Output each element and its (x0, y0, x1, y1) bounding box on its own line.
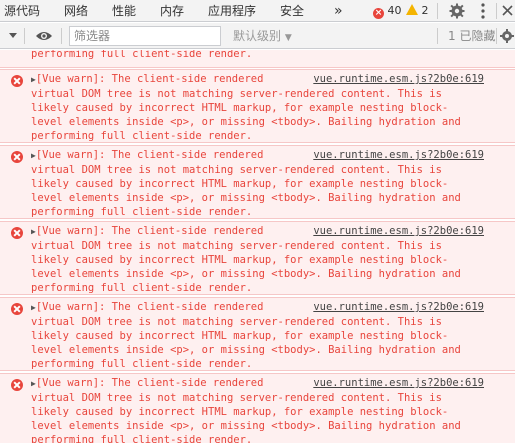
console-message[interactable]: vue.runtime.esm.js?2b0e:619 ▶[Vue warn]: … (0, 373, 515, 443)
message-line-text: virtual DOM tree is not matching server-… (31, 392, 442, 404)
live-expression-eye-icon[interactable] (35, 26, 53, 46)
source-link[interactable]: vue.runtime.esm.js?2b0e:619 (313, 72, 484, 86)
divider (496, 28, 497, 44)
tab-network[interactable]: 网络 (64, 0, 88, 22)
source-link[interactable]: vue.runtime.esm.js?2b0e:619 (313, 224, 484, 238)
message-line: likely caused by incorrect HTML markup, … (31, 177, 511, 191)
message-line-text: level elements inside <p>, or missing <t… (31, 116, 461, 128)
error-icon (11, 379, 23, 391)
message-line-text: likely caused by incorrect HTML markup, … (31, 178, 449, 190)
more-tabs-button[interactable]: » (334, 0, 343, 22)
error-icon (11, 151, 23, 163)
message-line-text: [Vue warn]: The client-side rendered (35, 225, 264, 237)
message-line-text: [Vue warn]: The client-side rendered (35, 301, 264, 313)
console-message[interactable]: vue.runtime.esm.js?2b0e:619 ▶[Vue warn]: … (0, 297, 515, 371)
tab-performance[interactable]: 性能 (112, 0, 136, 22)
message-line-text: likely caused by incorrect HTML markup, … (31, 102, 449, 114)
message-line: performing full client-side render. (31, 129, 511, 143)
message-line-text: virtual DOM tree is not matching server-… (31, 164, 442, 176)
console-message[interactable]: vue.runtime.esm.js?2b0e:619 ▶[Vue warn]: … (0, 221, 515, 295)
message-line: level elements inside <p>, or missing <t… (31, 115, 511, 129)
message-line: performing full client-side render. (31, 357, 511, 371)
message-line: performing full client-side render. (31, 205, 511, 219)
error-icon: × (373, 8, 384, 19)
message-line: virtual DOM tree is not matching server-… (31, 87, 511, 101)
message-line: likely caused by incorrect HTML markup, … (31, 253, 511, 267)
message-line: likely caused by incorrect HTML markup, … (31, 101, 511, 115)
message-line: level elements inside <p>, or missing <t… (31, 267, 511, 281)
source-link[interactable]: vue.runtime.esm.js?2b0e:619 (313, 376, 484, 390)
error-icon (11, 303, 23, 315)
tab-security[interactable]: 安全 (280, 0, 304, 22)
message-line: likely caused by incorrect HTML markup, … (31, 329, 511, 343)
divider (437, 3, 438, 19)
message-line-text: [Vue warn]: The client-side rendered (35, 377, 264, 389)
close-devtools-icon[interactable] (501, 0, 513, 22)
context-dropdown-icon[interactable] (7, 26, 19, 46)
tab-memory[interactable]: 内存 (160, 0, 184, 22)
message-line-text: virtual DOM tree is not matching server-… (31, 88, 442, 100)
message-line-text: likely caused by incorrect HTML markup, … (31, 330, 449, 342)
message-line-text: level elements inside <p>, or missing <t… (31, 268, 461, 280)
console-message[interactable]: performing full client-side render. (0, 50, 515, 68)
message-line-text: level elements inside <p>, or missing <t… (31, 192, 461, 204)
message-line-text: virtual DOM tree is not matching server-… (31, 316, 442, 328)
message-line-text: performing full client-side render. (31, 206, 253, 218)
console-messages: performing full client-side render. vue.… (0, 50, 515, 443)
message-line: level elements inside <p>, or missing <t… (31, 419, 511, 433)
devtools-tab-bar: 源代码 网络 性能 内存 应用程序 安全 » × 40 2 (0, 0, 515, 22)
message-line: likely caused by incorrect HTML markup, … (31, 405, 511, 419)
message-line: virtual DOM tree is not matching server-… (31, 239, 511, 253)
message-line-text: virtual DOM tree is not matching server-… (31, 240, 442, 252)
error-icon (11, 227, 23, 239)
source-link[interactable]: vue.runtime.esm.js?2b0e:619 (313, 148, 484, 162)
divider (24, 28, 25, 44)
message-line-text: performing full client-side render. (31, 358, 253, 370)
error-count: 40 (387, 4, 402, 17)
message-line-text: level elements inside <p>, or missing <t… (31, 344, 461, 356)
message-line: virtual DOM tree is not matching server-… (31, 391, 511, 405)
console-settings-gear-icon[interactable] (499, 26, 515, 46)
message-line-text: performing full client-side render. (31, 434, 253, 443)
divider (496, 3, 497, 19)
message-line: virtual DOM tree is not matching server-… (31, 163, 511, 177)
divider (61, 28, 62, 44)
warning-counter[interactable]: 2 (406, 3, 429, 19)
message-line-text: performing full client-side render. (31, 130, 253, 142)
console-message[interactable]: vue.runtime.esm.js?2b0e:619 ▶[Vue warn]: … (0, 145, 515, 219)
more-options-icon[interactable] (478, 0, 488, 22)
console-message[interactable]: vue.runtime.esm.js?2b0e:619 ▶[Vue warn]: … (0, 69, 515, 143)
filter-input[interactable]: 筛选器 (69, 26, 221, 46)
message-line-text: level elements inside <p>, or missing <t… (31, 420, 461, 432)
message-line-text: likely caused by incorrect HTML markup, … (31, 254, 449, 266)
message-line-text: likely caused by incorrect HTML markup, … (31, 406, 449, 418)
message-line: virtual DOM tree is not matching server-… (31, 315, 511, 329)
source-link[interactable]: vue.runtime.esm.js?2b0e:619 (313, 300, 484, 314)
message-text: performing full client-side render. (31, 50, 253, 60)
tab-application[interactable]: 应用程序 (208, 0, 256, 22)
message-line-text: [Vue warn]: The client-side rendered (35, 73, 264, 85)
log-level-label: 默认级别 (233, 29, 282, 43)
chevron-down-icon: ▼ (284, 33, 292, 43)
divider (437, 28, 438, 44)
message-line: level elements inside <p>, or missing <t… (31, 191, 511, 205)
error-icon (11, 75, 23, 87)
message-line-text: performing full client-side render. (31, 282, 253, 294)
hidden-messages-count[interactable]: 1 已隐藏 (448, 26, 495, 46)
tab-sources[interactable]: 源代码 (4, 0, 40, 22)
warning-count: 2 (421, 4, 429, 17)
settings-gear-icon[interactable] (448, 0, 466, 22)
log-level-dropdown[interactable]: 默认级别 ▼ (233, 26, 292, 46)
message-line: performing full client-side render. (31, 433, 511, 443)
warning-icon (406, 4, 418, 15)
console-toolbar: 筛选器 默认级别 ▼ 1 已隐藏 (0, 23, 515, 49)
error-counter[interactable]: × 40 (373, 3, 402, 19)
message-line: level elements inside <p>, or missing <t… (31, 343, 511, 357)
message-line-text: [Vue warn]: The client-side rendered (35, 149, 264, 161)
message-line: performing full client-side render. (31, 281, 511, 295)
